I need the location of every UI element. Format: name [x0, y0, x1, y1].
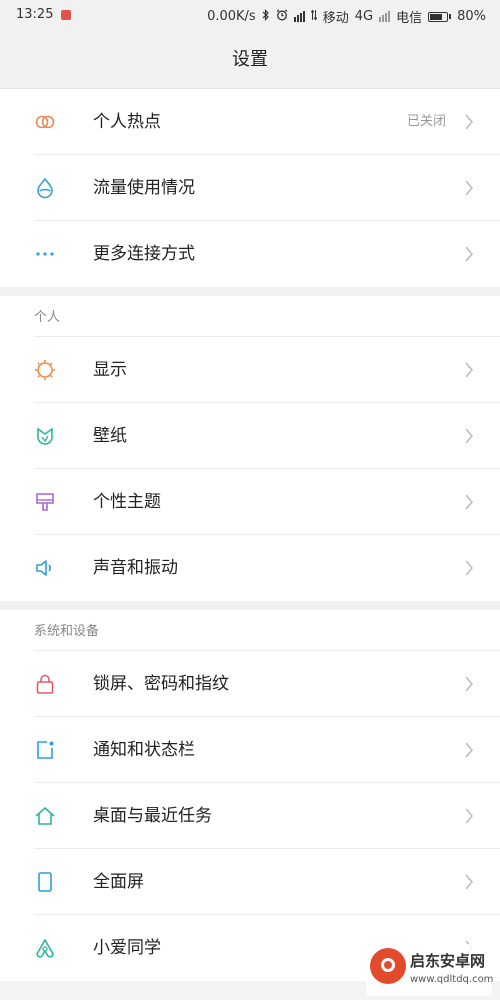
chevron-right-icon — [464, 180, 474, 196]
chevron-right-icon — [464, 114, 474, 130]
chevron-right-icon — [464, 362, 474, 378]
personal-section: 个人 显示 壁纸 个性主题 声音和振动 — [0, 296, 500, 601]
signal-icon-1 — [293, 11, 305, 22]
carrier2-label: 电信 — [396, 11, 423, 26]
settings-item-label: 声音和振动 — [93, 558, 178, 578]
section-gap — [0, 601, 500, 610]
settings-item-label: 显示 — [93, 360, 127, 380]
settings-item-label: 个人热点 — [93, 112, 161, 132]
notification-icon — [61, 9, 72, 20]
section-label-system: 系统和设备 — [0, 610, 500, 650]
settings-item-data-usage[interactable]: 流量使用情况 — [0, 155, 500, 221]
status-time: 13:25 — [16, 7, 54, 22]
fullscreen-icon — [34, 871, 56, 893]
settings-item-label: 锁屏、密码和指纹 — [93, 674, 229, 694]
hotspot-icon — [34, 111, 56, 133]
battery-icon — [428, 11, 452, 22]
connection-section: 个人热点 已关闭 流量使用情况 更多连接方式 — [0, 89, 500, 287]
carrier1-label: 移动 — [322, 11, 349, 26]
alarm-icon — [276, 9, 288, 25]
settings-item-fullscreen[interactable]: 全面屏 — [0, 849, 500, 915]
settings-item-home[interactable]: 桌面与最近任务 — [0, 783, 500, 849]
settings-item-label: 全面屏 — [93, 872, 144, 892]
settings-item-label: 流量使用情况 — [93, 178, 195, 198]
settings-item-label: 小爱同学 — [93, 938, 161, 958]
theme-icon — [34, 491, 56, 513]
watermark-url: www.qdltdq.com — [410, 974, 494, 985]
settings-item-sound[interactable]: 声音和振动 — [0, 535, 500, 601]
section-label-personal: 个人 — [0, 296, 500, 336]
page-title: 设置 — [0, 32, 500, 89]
chevron-right-icon — [464, 428, 474, 444]
lock-icon — [34, 673, 56, 695]
settings-list: 个人热点 已关闭 流量使用情况 更多连接方式 个人 显示 壁纸 个性主题 声音和… — [0, 89, 500, 981]
data-usage-icon — [34, 177, 56, 199]
settings-item-label: 桌面与最近任务 — [93, 806, 212, 826]
chevron-right-icon — [464, 246, 474, 262]
hotspot-status: 已关闭 — [406, 114, 446, 129]
chevron-right-icon — [464, 874, 474, 890]
more-connections-icon — [34, 243, 56, 265]
site-watermark: 启东安卓网 www.qdltdq.com — [366, 944, 494, 996]
settings-item-theme[interactable]: 个性主题 — [0, 469, 500, 535]
xiaoai-icon — [34, 937, 56, 959]
settings-item-more-connections[interactable]: 更多连接方式 — [0, 221, 500, 287]
chevron-right-icon — [464, 742, 474, 758]
chevron-right-icon — [464, 808, 474, 824]
settings-item-hotspot[interactable]: 个人热点 已关闭 — [0, 89, 500, 155]
bluetooth-icon — [262, 8, 270, 25]
chevron-right-icon — [464, 676, 474, 692]
settings-item-display[interactable]: 显示 — [0, 337, 500, 403]
data-arrows-icon — [310, 9, 318, 25]
settings-item-notifications[interactable]: 通知和状态栏 — [0, 717, 500, 783]
settings-item-label: 更多连接方式 — [93, 244, 195, 264]
watermark-name: 启东安卓网 — [410, 952, 486, 970]
settings-item-label: 个性主题 — [93, 492, 161, 512]
chevron-right-icon — [464, 494, 474, 510]
wallpaper-icon — [34, 425, 56, 447]
chevron-right-icon — [464, 560, 474, 576]
system-section: 系统和设备 锁屏、密码和指纹 通知和状态栏 桌面与最近任务 全面屏 小爱同学 — [0, 610, 500, 981]
network-speed: 0.00K/s — [207, 9, 256, 24]
status-bar: 13:25 0.00K/s 移动 4G 电信 80% — [0, 0, 500, 32]
watermark-logo-icon — [370, 948, 406, 984]
settings-item-label: 壁纸 — [93, 426, 127, 446]
display-icon — [34, 359, 56, 381]
home-icon — [34, 805, 56, 827]
notification-settings-icon — [34, 739, 56, 761]
section-gap — [0, 287, 500, 296]
battery-percent: 80% — [457, 9, 486, 24]
settings-item-label: 通知和状态栏 — [93, 740, 195, 760]
signal-icon-2 — [379, 11, 391, 22]
settings-item-wallpaper[interactable]: 壁纸 — [0, 403, 500, 469]
sound-icon — [34, 557, 56, 579]
network-type: 4G — [354, 9, 374, 24]
settings-item-lock[interactable]: 锁屏、密码和指纹 — [0, 651, 500, 717]
